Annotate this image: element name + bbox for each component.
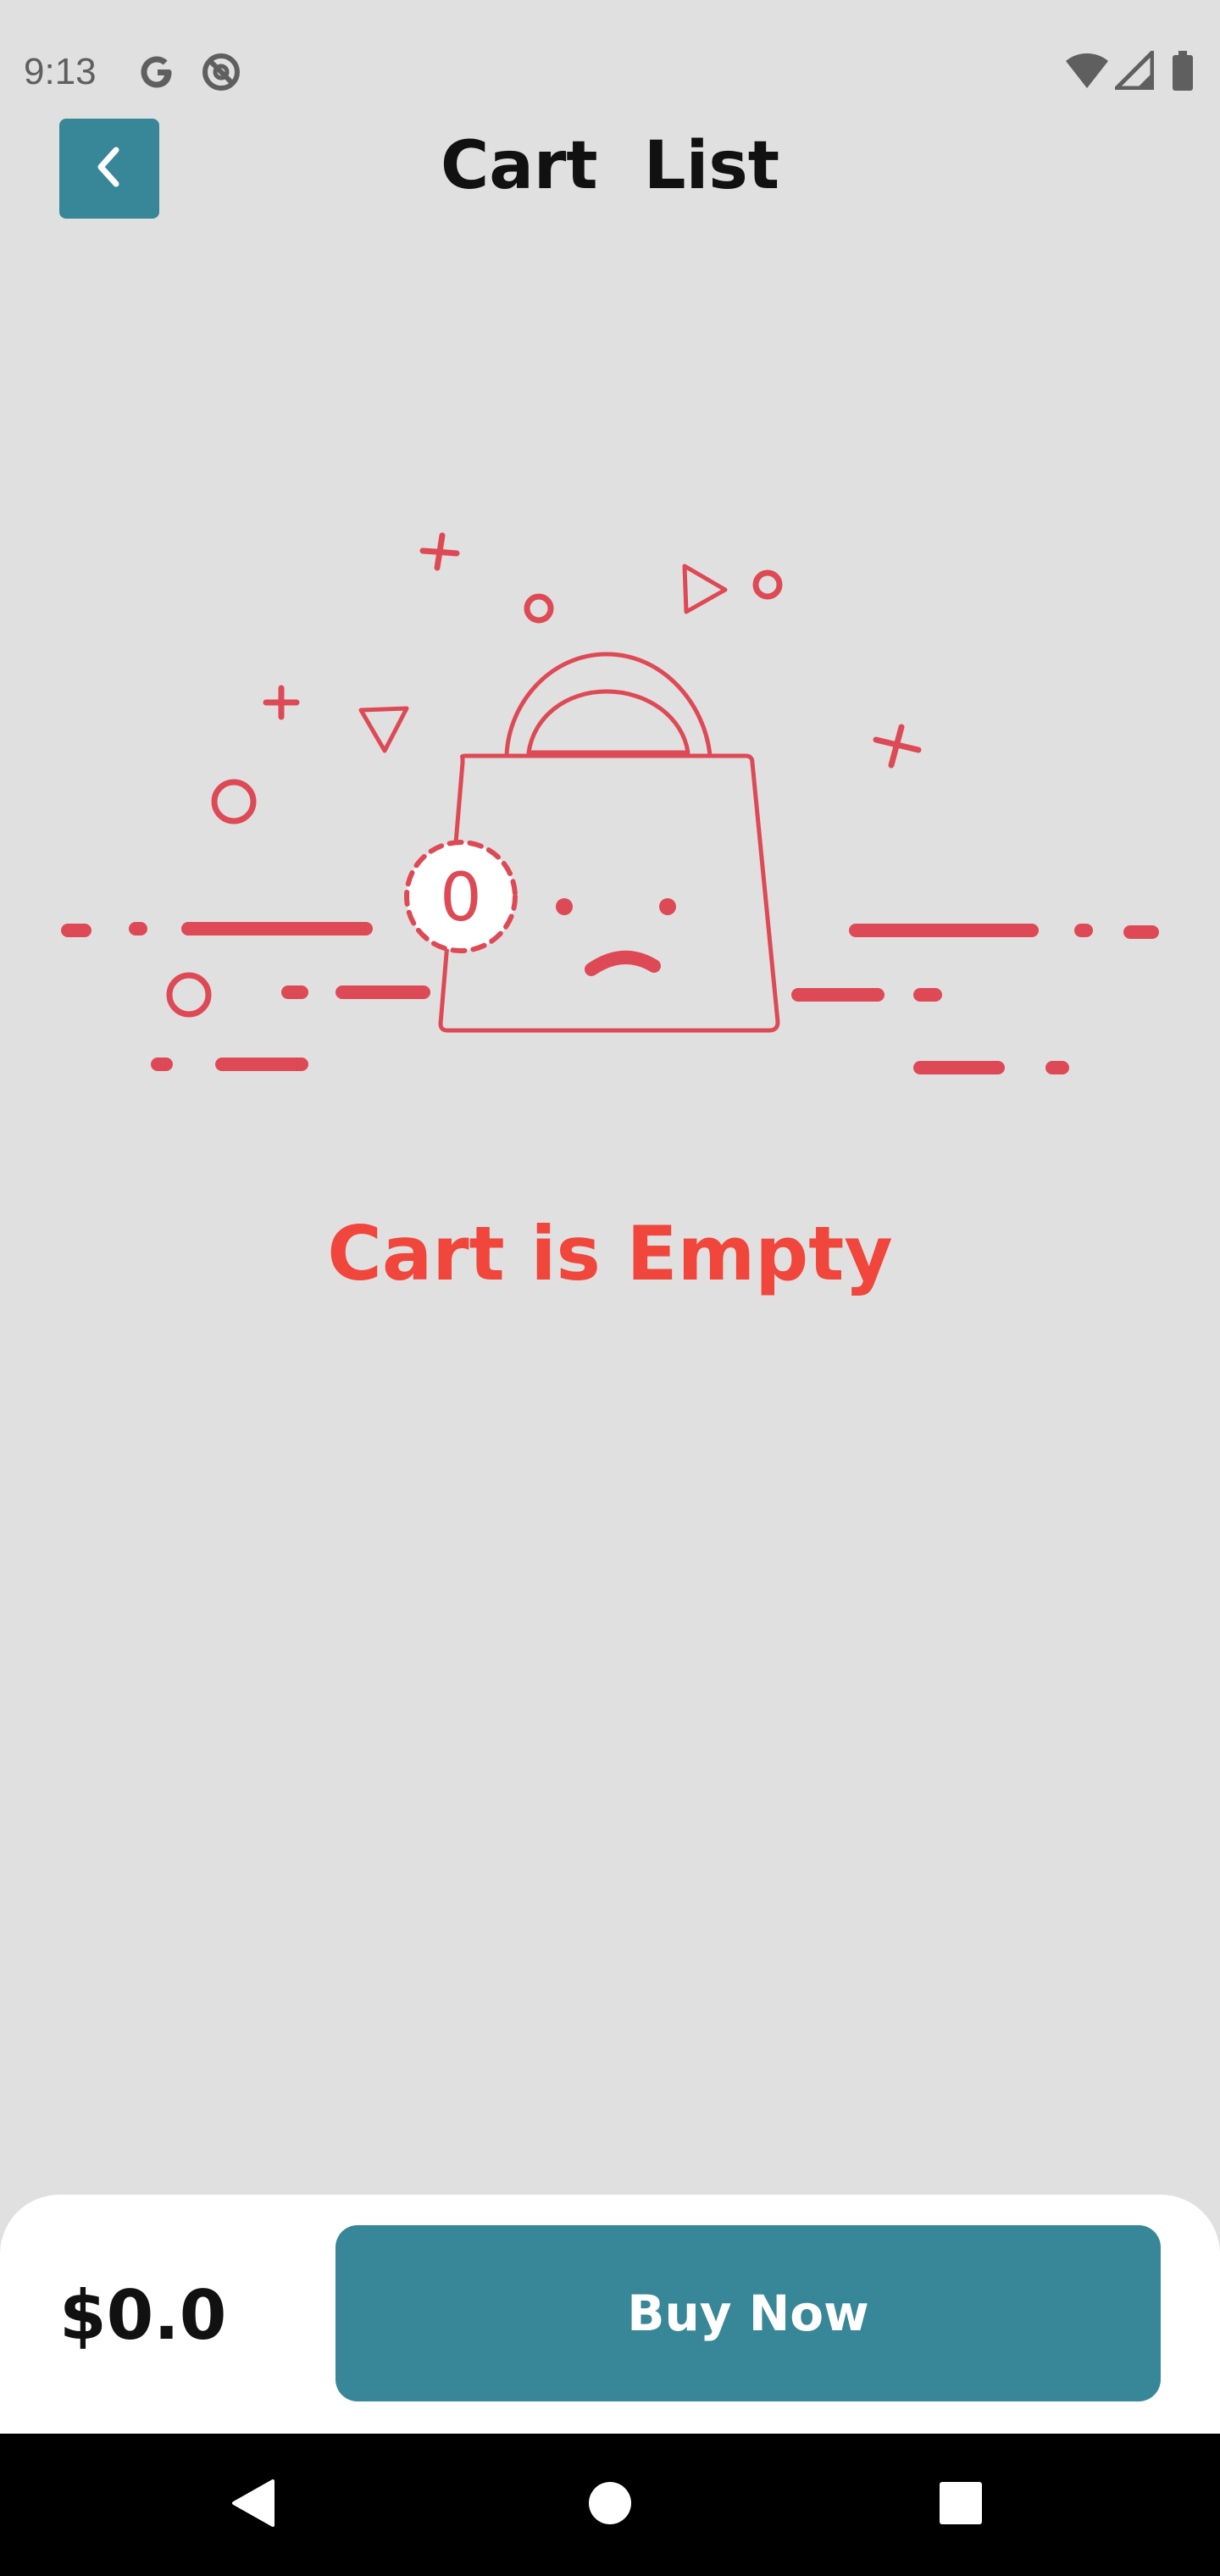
nav-back-button[interactable]	[178, 2434, 330, 2576]
system-nav-bar	[0, 2434, 1220, 2576]
google-icon	[136, 51, 178, 97]
nav-recents-button[interactable]	[884, 2434, 1037, 2576]
page-title: Cart List	[440, 128, 780, 204]
empty-cart-message: Cart is Empty	[327, 1210, 893, 1297]
buy-now-button[interactable]: Buy Now	[336, 2225, 1161, 2401]
wifi-icon	[1064, 51, 1110, 94]
badge-count: 0	[440, 860, 482, 936]
status-time: 9:13	[24, 51, 97, 92]
empty-cart-illustration: 0	[0, 491, 1220, 1102]
battery-icon	[1171, 51, 1195, 96]
recents-square-icon	[937, 2479, 984, 2531]
checkout-panel: $0.0 Buy Now	[0, 2195, 1220, 2434]
do-not-disturb-icon	[200, 51, 242, 97]
cell-signal-icon	[1111, 47, 1155, 94]
back-button[interactable]	[59, 119, 159, 219]
total-price: $0.0	[59, 2276, 227, 2355]
nav-home-button[interactable]	[534, 2434, 686, 2576]
home-circle-icon	[586, 2479, 634, 2531]
back-triangle-icon	[230, 2478, 278, 2533]
chevron-left-icon	[89, 142, 130, 197]
header: Cart List	[0, 110, 1220, 229]
